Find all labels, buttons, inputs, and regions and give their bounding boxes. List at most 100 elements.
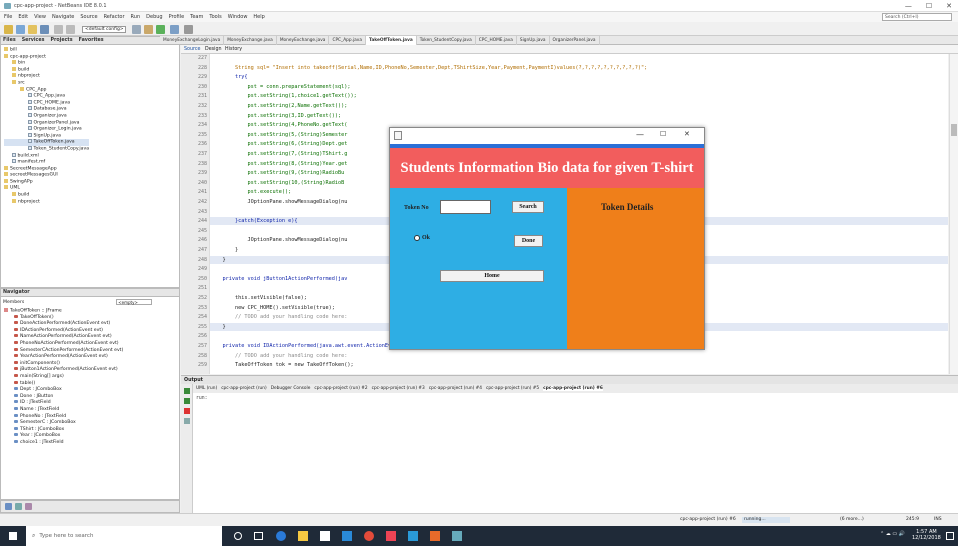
- dialog-maximize-button[interactable]: ☐: [660, 130, 666, 138]
- config-select[interactable]: <default config>: [82, 26, 126, 33]
- editor-tab[interactable]: CPC_HOME.java: [476, 35, 517, 45]
- navigator-member[interactable]: jButton1ActionPerformed(ActionEvent evt): [4, 367, 123, 374]
- menu-tools[interactable]: Tools: [209, 14, 221, 20]
- menu-navigate[interactable]: Navigate: [52, 14, 74, 20]
- editor-tab[interactable]: CPC_App.java: [329, 35, 366, 45]
- stop-icon[interactable]: [184, 408, 190, 414]
- tray-icons[interactable]: ⌃ ☁ ▭ 🔊: [880, 531, 905, 537]
- tree-item[interactable]: CPC_HOME.java: [4, 99, 89, 107]
- navigator-member[interactable]: Dept : JComboBox: [4, 387, 123, 394]
- tree-item[interactable]: Database.java: [4, 106, 89, 113]
- editor-tab[interactable]: SignUp.java: [517, 35, 550, 45]
- tree-item[interactable]: nbproject: [4, 198, 89, 206]
- cortana-icon[interactable]: [234, 532, 242, 540]
- edge-icon[interactable]: [276, 531, 286, 541]
- editor-scrollbar[interactable]: [949, 54, 958, 374]
- tree-item[interactable]: secreetMessagesGUI: [4, 172, 89, 179]
- status-project[interactable]: cpc-app-project (run) #6: [680, 517, 736, 522]
- search-button[interactable]: Search: [512, 201, 544, 213]
- taskbar-search[interactable]: ⌕ Type here to search: [26, 526, 222, 546]
- home-button[interactable]: Home: [440, 270, 544, 282]
- output-tab[interactable]: cpc-app-project (run) #5: [486, 386, 539, 391]
- menu-file[interactable]: File: [4, 14, 12, 20]
- close-button[interactable]: ✕: [946, 2, 952, 10]
- editor-tab[interactable]: MoneyExchangeLogin.java: [160, 35, 225, 45]
- output-tab[interactable]: cpc-app-project (run) #4: [429, 386, 482, 391]
- tree-item[interactable]: nbproject: [4, 73, 89, 80]
- navigator-root[interactable]: TakeOffToken :: JFrame: [10, 309, 62, 314]
- clock[interactable]: 1:57 AM 12/12/2018: [912, 529, 941, 541]
- menu-profile[interactable]: Profile: [169, 14, 185, 20]
- tree-item[interactable]: src: [4, 79, 89, 87]
- clean-build-icon[interactable]: [144, 25, 153, 34]
- tree-item[interactable]: Organizer.java: [4, 112, 89, 120]
- menu-source[interactable]: Source: [80, 14, 97, 20]
- rerun-different-icon[interactable]: [184, 398, 190, 404]
- store-icon[interactable]: [320, 531, 330, 541]
- tab-source[interactable]: Source: [184, 47, 200, 52]
- output-tab[interactable]: cpc-app-project (run) #6: [543, 386, 603, 391]
- tree-item[interactable]: SignUp.java: [4, 132, 89, 140]
- output-tab[interactable]: UML (run): [196, 386, 217, 391]
- navigator-member[interactable]: choice1 : JTextField: [4, 439, 123, 447]
- profile-icon[interactable]: [184, 25, 193, 34]
- tree-item[interactable]: UML: [4, 185, 89, 192]
- navigator-member[interactable]: Year : JComboBox: [4, 433, 123, 440]
- task-view-icon[interactable]: [254, 532, 263, 540]
- run-icon[interactable]: [156, 25, 165, 34]
- status-more[interactable]: (6 more...): [840, 517, 864, 522]
- build-icon[interactable]: [132, 25, 141, 34]
- editor-tab[interactable]: TakeOffToken.java: [365, 35, 417, 45]
- chrome-icon[interactable]: [364, 531, 374, 541]
- tree-item[interactable]: cpc-app-project: [4, 53, 89, 61]
- tab-history[interactable]: History: [225, 47, 242, 52]
- sort-icon[interactable]: [5, 503, 12, 510]
- navigator-member[interactable]: ID : JTextField: [4, 400, 123, 407]
- done-button[interactable]: Done: [514, 235, 543, 247]
- navigator-member[interactable]: YearActionPerformed(ActionEvent evt): [4, 354, 123, 361]
- tree-item[interactable]: SwingAPp: [4, 178, 89, 186]
- tree-item[interactable]: manifest.mf: [4, 159, 89, 166]
- output-tab[interactable]: cpc-app-project (run): [221, 386, 267, 391]
- tab-services[interactable]: Services: [22, 38, 45, 43]
- navigator-member[interactable]: NameActionPerformed(ActionEvent evt): [4, 334, 123, 341]
- maximize-button[interactable]: ☐: [926, 2, 932, 10]
- navigator-member[interactable]: main(String[] args): [4, 373, 123, 381]
- tree-item[interactable]: bill: [4, 47, 89, 54]
- tab-favorites[interactable]: Favorites: [79, 38, 104, 43]
- new-file-icon[interactable]: [16, 25, 25, 34]
- redo-icon[interactable]: [66, 25, 75, 34]
- navigator-member[interactable]: DoneActionPerformed(ActionEvent evt): [4, 321, 123, 328]
- dialog-close-button[interactable]: ✕: [684, 130, 690, 138]
- editor-tab[interactable]: OrganizerPanel.java: [550, 35, 600, 45]
- tab-design[interactable]: Design: [205, 47, 222, 52]
- save-all-icon[interactable]: [40, 25, 49, 34]
- filter-fields-icon[interactable]: [15, 503, 22, 510]
- menu-edit[interactable]: Edit: [18, 14, 28, 20]
- editor-tab[interactable]: MoneyExchange.java: [224, 35, 277, 45]
- tree-item[interactable]: bin: [4, 60, 89, 67]
- search-input[interactable]: Search (Ctrl+I): [882, 13, 952, 21]
- undo-icon[interactable]: [54, 25, 63, 34]
- tree-item[interactable]: TakeOffToken.java: [4, 139, 90, 146]
- minimize-button[interactable]: —: [905, 2, 912, 10]
- output-tab[interactable]: Debugger Console: [271, 386, 311, 391]
- menu-debug[interactable]: Debug: [146, 14, 162, 20]
- output-tab[interactable]: cpc-app-project (run) #2: [314, 386, 367, 391]
- mail-icon[interactable]: [342, 531, 352, 541]
- tree-item[interactable]: build: [4, 66, 89, 74]
- tree-item[interactable]: SecreetMessageApp: [4, 165, 89, 173]
- new-project-icon[interactable]: [4, 25, 13, 34]
- filter-static-icon[interactable]: [25, 503, 32, 510]
- tree-item[interactable]: CPC_App.java: [4, 93, 89, 100]
- tab-projects[interactable]: Projects: [51, 38, 73, 43]
- output-tab[interactable]: cpc-app-project (run) #3: [372, 386, 425, 391]
- tree-item[interactable]: OrganizerPanel.java: [4, 119, 89, 127]
- menu-run[interactable]: Run: [131, 14, 141, 20]
- ok-radio[interactable]: Ok: [414, 235, 430, 241]
- navigator-member[interactable]: Name : JTextField: [4, 406, 123, 414]
- tree-item[interactable]: build.xml: [4, 152, 89, 160]
- tab-files[interactable]: Files: [3, 38, 16, 43]
- navigator-member[interactable]: SemesterC : JComboBox: [4, 420, 123, 427]
- output-console[interactable]: run:: [193, 393, 958, 513]
